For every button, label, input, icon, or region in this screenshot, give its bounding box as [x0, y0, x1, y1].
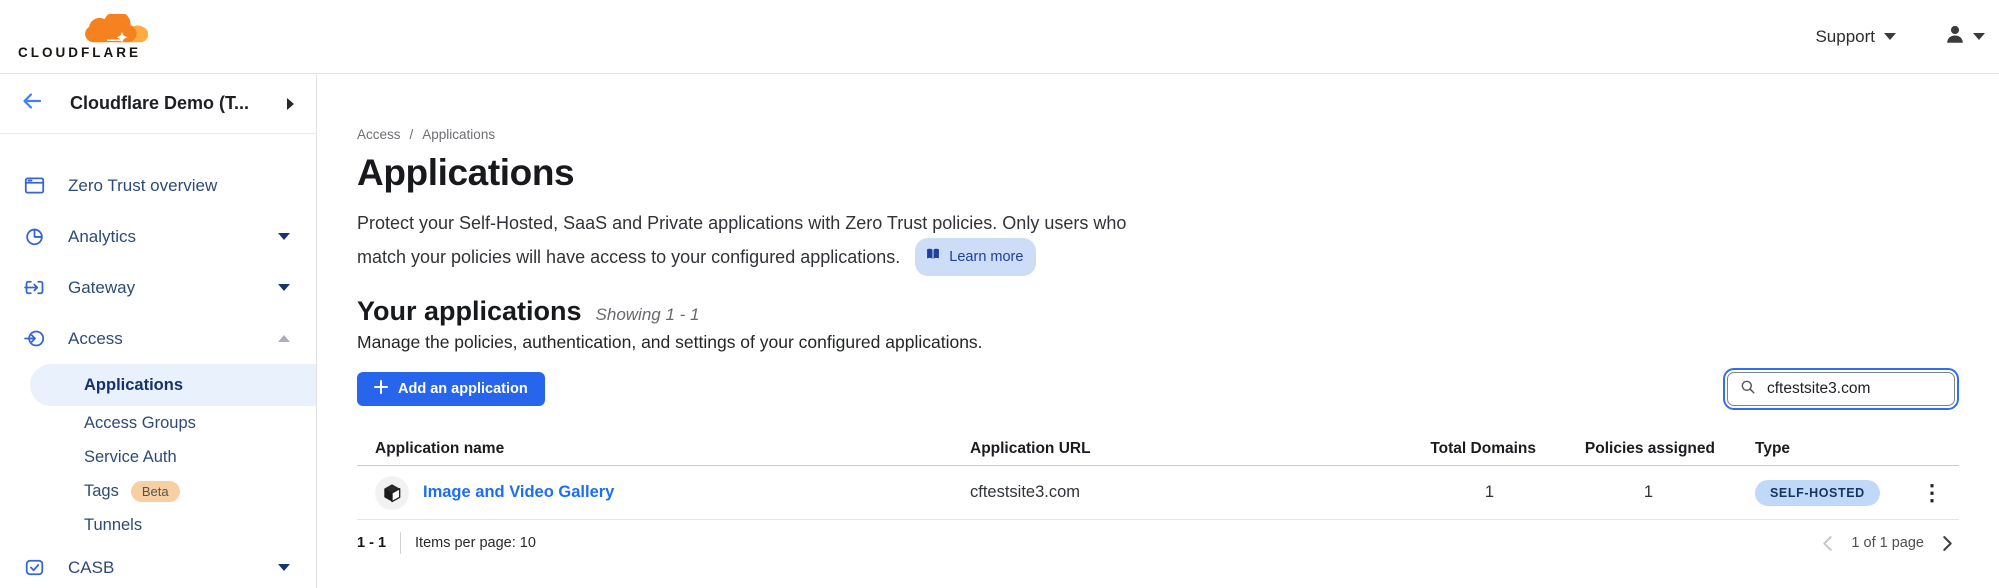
cloudflare-wordmark: CLOUDFLARE: [18, 45, 141, 60]
window-icon: [24, 175, 45, 196]
breadcrumb-applications[interactable]: Applications: [422, 127, 495, 142]
beta-badge: Beta: [131, 481, 180, 502]
access-login-icon: [24, 328, 45, 349]
sidebar-item-label: Analytics: [68, 227, 136, 247]
sidebar-item-label: Zero Trust overview: [68, 176, 217, 196]
support-label: Support: [1815, 27, 1875, 47]
add-application-label: Add an application: [398, 381, 528, 397]
breadcrumb: Access / Applications: [357, 127, 1959, 142]
sidebar-item-label: Gateway: [68, 278, 135, 298]
search-icon: [1740, 379, 1756, 400]
sidebar-item-label: Access: [68, 329, 123, 349]
row-actions-kebab-menu[interactable]: ⋮: [1921, 482, 1959, 504]
user-account-menu[interactable]: [1944, 23, 1985, 50]
pagination-right: 1 of 1 page: [1822, 535, 1959, 552]
top-bar: CLOUDFLARE Support: [0, 0, 1999, 74]
chevron-down-icon: [1884, 33, 1896, 40]
chevron-down-icon: [278, 564, 290, 571]
sidebar-item-access-groups[interactable]: Access Groups: [0, 406, 316, 440]
page-indicator: 1 of 1 page: [1851, 535, 1924, 551]
application-link[interactable]: Image and Video Gallery: [423, 483, 614, 502]
account-name: Cloudflare Demo (T...: [70, 93, 249, 114]
chevron-down-icon: [278, 233, 290, 240]
pagination-left: 1 - 1 Items per page: 10: [357, 532, 536, 554]
plus-icon: [374, 380, 388, 398]
casb-check-icon: [24, 557, 45, 578]
sidebar-item-applications[interactable]: Applications: [30, 364, 316, 406]
search-input[interactable]: [1765, 379, 1942, 399]
support-menu[interactable]: Support: [1815, 27, 1896, 47]
access-subnav: Applications Access Groups Service Auth …: [0, 364, 316, 542]
showing-count: Showing 1 - 1: [596, 305, 700, 325]
application-search: [1727, 372, 1955, 406]
self-hosted-badge: SELF-HOSTED: [1755, 480, 1880, 506]
application-url-cell: cftestsite3.com: [970, 483, 1390, 502]
chevron-up-icon: [278, 335, 290, 342]
total-domains-cell: 1: [1390, 483, 1540, 502]
account-switcher[interactable]: Cloudflare Demo (T...: [0, 74, 316, 134]
previous-page-icon[interactable]: [1822, 535, 1833, 552]
table-header-row: Application name Application URL Total D…: [357, 432, 1959, 466]
column-header-application-url: Application URL: [970, 440, 1390, 458]
section-header: Your applications Showing 1 - 1: [357, 296, 1959, 327]
column-header-type: Type: [1715, 440, 1910, 458]
learn-more-button[interactable]: Learn more: [915, 238, 1036, 276]
pie-chart-icon: [24, 226, 45, 247]
chevron-down-icon: [278, 284, 290, 291]
applications-toolbar: Add an application: [357, 372, 1959, 406]
sidebar-item-tunnels[interactable]: Tunnels: [0, 508, 316, 542]
learn-more-label: Learn more: [949, 242, 1023, 272]
column-header-policies-assigned: Policies assigned: [1540, 440, 1715, 458]
page-title: Applications: [357, 151, 1959, 195]
chevron-down-icon: [1973, 33, 1985, 40]
sidebar-item-label: Access Groups: [84, 414, 196, 433]
section-title: Your applications: [357, 296, 582, 327]
type-cell: SELF-HOSTED: [1715, 483, 1910, 502]
sidebar-item-label: CASB: [68, 558, 114, 578]
cloudflare-logo[interactable]: CLOUDFLARE: [18, 14, 150, 60]
sidebar-item-zero-trust-overview[interactable]: Zero Trust overview: [0, 160, 316, 211]
items-range: 1 - 1: [357, 535, 386, 551]
description-line-1: Protect your Self-Hosted, SaaS and Priva…: [357, 208, 1959, 238]
back-arrow-icon[interactable]: [20, 89, 44, 118]
cloudflare-cloud-icon: [82, 14, 150, 44]
user-avatar-icon: [1944, 23, 1966, 50]
sidebar-item-gateway[interactable]: Gateway: [0, 262, 316, 313]
column-header-total-domains: Total Domains: [1390, 440, 1540, 458]
description-line-2: match your policies will have access to …: [357, 238, 1959, 276]
applications-table: Application name Application URL Total D…: [357, 432, 1959, 520]
breadcrumb-separator: /: [410, 127, 414, 142]
top-bar-actions: Support: [1815, 23, 1989, 50]
sidebar-item-analytics[interactable]: Analytics: [0, 211, 316, 262]
sidebar-item-access[interactable]: Access: [0, 313, 316, 364]
main-content: Access / Applications Applications Prote…: [317, 74, 1999, 588]
chevron-right-icon: [287, 98, 294, 110]
divider: [400, 532, 401, 554]
application-cube-icon: [375, 476, 409, 510]
policies-assigned-cell: 1: [1540, 483, 1715, 502]
book-icon: [925, 242, 941, 272]
add-application-button[interactable]: Add an application: [357, 372, 545, 406]
sidebar-item-casb[interactable]: CASB: [0, 542, 316, 588]
column-header-application-name: Application name: [357, 440, 970, 458]
items-per-page[interactable]: Items per page: 10: [415, 535, 536, 551]
sidebar-item-label: Tags: [84, 482, 119, 501]
page-description: Protect your Self-Hosted, SaaS and Priva…: [357, 208, 1959, 276]
section-subtitle: Manage the policies, authentication, and…: [357, 332, 1959, 353]
table-row: Image and Video Gallery cftestsite3.com …: [357, 466, 1959, 520]
sidebar-item-label: Applications: [84, 376, 183, 395]
sidebar-item-tags[interactable]: Tags Beta: [0, 474, 316, 508]
cloudflare-zero-trust-dashboard: CLOUDFLARE Support: [0, 0, 1999, 588]
sidebar-item-service-auth[interactable]: Service Auth: [0, 440, 316, 474]
application-name-cell: Image and Video Gallery: [357, 476, 970, 510]
sidebar-item-label: Service Auth: [84, 448, 177, 467]
gateway-icon: [24, 277, 45, 298]
sidebar-item-label: Tunnels: [84, 516, 142, 535]
sidebar: Cloudflare Demo (T... Zero Trust overvie…: [0, 74, 317, 588]
next-page-icon[interactable]: [1942, 535, 1953, 552]
sidebar-nav: Zero Trust overview Analytics: [0, 134, 316, 588]
pagination-bar: 1 - 1 Items per page: 10 1 of 1 page: [357, 520, 1959, 566]
breadcrumb-access[interactable]: Access: [357, 127, 401, 142]
